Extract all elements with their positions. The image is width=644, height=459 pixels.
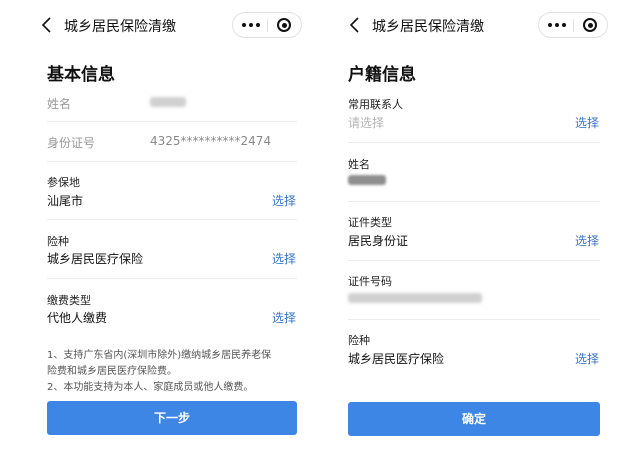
insured-place-label: 参保地 [47,176,80,189]
contact-placeholder[interactable]: 请选择 [348,114,384,131]
id-label: 身份证号 [47,136,96,150]
next-button[interactable]: 下一步 [47,401,297,435]
divider [348,201,600,202]
divider [348,260,600,261]
insurance-type-value: 城乡居民医疗保险 [47,252,144,266]
section-heading: 户籍信息 [348,65,416,85]
title-bar: 城乡居民保险清缴 [0,0,322,50]
section-heading: 基本信息 [47,65,115,85]
blurred-name [150,97,186,107]
insurance-type-select-link[interactable]: 选择 [272,250,296,267]
name-label: 姓名 [47,97,72,111]
payment-type-value: 代他人缴费 [47,311,108,325]
payment-type-select-link[interactable]: 选择 [272,309,296,326]
page-title: 城乡居民保险清缴 [372,19,484,35]
contact-label: 常用联系人 [348,98,403,111]
note-line: 险费和城乡居民医疗保险费。 [47,366,177,377]
divider [47,219,297,220]
page-title: 城乡居民保险清缴 [64,19,176,35]
cert-type-value: 居民身份证 [348,234,409,248]
divider [47,161,297,162]
blurred-name [348,175,386,185]
more-dots-icon[interactable] [233,13,268,37]
more-dots-icon[interactable] [539,13,574,37]
divider [47,278,297,279]
target-icon[interactable] [268,13,301,37]
name-label: 姓名 [348,158,370,171]
payment-type-label: 缴费类型 [47,294,91,307]
insured-place-select-link[interactable]: 选择 [272,192,296,209]
cert-number-label: 证件号码 [348,275,392,288]
cert-type-select-link[interactable]: 选择 [575,232,599,249]
confirm-button[interactable]: 确定 [348,402,600,436]
title-bar: 城乡居民保险清缴 [322,0,644,50]
insurance-type-select-link[interactable]: 选择 [575,350,599,367]
divider [47,121,297,122]
insurance-type-label: 险种 [348,334,370,347]
cert-type-label: 证件类型 [348,216,392,229]
mini-program-capsule [538,12,608,38]
insured-place-value: 汕尾市 [47,194,84,208]
contact-select-link[interactable]: 选择 [575,114,599,131]
back-icon[interactable] [38,14,58,36]
divider [348,319,600,320]
id-value: 4325**********2474 [150,134,272,148]
back-icon[interactable] [346,14,366,36]
target-icon[interactable] [574,13,607,37]
blurred-cert-number [348,293,482,303]
insurance-type-label: 险种 [47,235,69,248]
mini-program-capsule [232,12,302,38]
left-screen: 城乡居民保险清缴 基本信息 姓名 身份证号 4325**********2474… [0,0,322,459]
insurance-type-value: 城乡居民医疗保险 [348,352,445,366]
divider [348,142,600,143]
note-line: 1、支持广东省内(深圳市除外)缴纳城乡居民养老保 [47,350,272,361]
right-screen: 城乡居民保险清缴 户籍信息 常用联系人 请选择 选择 姓名 证件类型 居民身份证… [322,0,644,459]
notes: 1、支持广东省内(深圳市除外)缴纳城乡居民养老保 险费和城乡居民医疗保险费。 2… [47,348,297,396]
note-line: 2、本功能支持为本人、家庭成员或他人缴费。 [47,382,254,393]
